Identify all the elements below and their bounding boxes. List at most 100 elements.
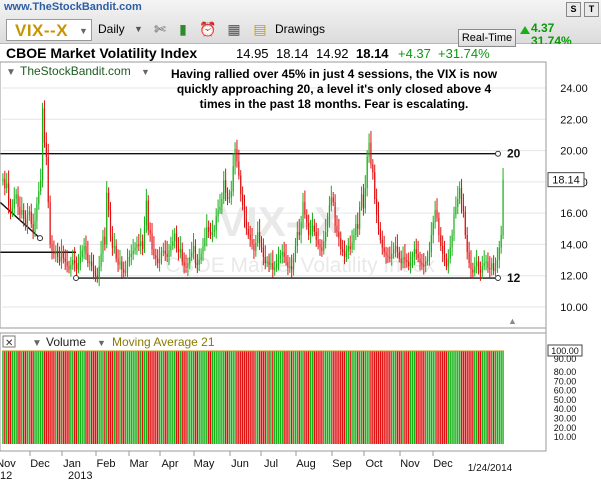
candle-body	[483, 263, 485, 267]
volume-bar	[419, 351, 421, 444]
candle-body	[130, 253, 132, 257]
volume-bar	[336, 351, 338, 444]
volume-bar	[264, 351, 266, 444]
scroll-arrow-icon[interactable]: ▲	[508, 316, 517, 326]
volume-bar	[224, 351, 227, 444]
volume-bar	[206, 351, 208, 444]
volume-bar	[389, 351, 391, 444]
volume-bar	[155, 351, 157, 444]
volume-bar	[183, 351, 185, 444]
volume-bar	[143, 351, 146, 444]
candle-body	[325, 231, 327, 242]
candle-body	[143, 225, 146, 250]
volume-bar	[26, 351, 29, 444]
volume-bar	[158, 351, 161, 444]
candle-body	[438, 217, 440, 236]
volume-bar	[379, 351, 382, 444]
volume-bar	[128, 351, 131, 444]
candle-body	[147, 200, 149, 231]
candle-body	[304, 202, 306, 215]
candle-body	[296, 231, 298, 246]
candle-body	[172, 241, 174, 246]
candle-body	[94, 271, 97, 276]
volume-bar	[474, 351, 476, 444]
volume-bar	[179, 351, 182, 444]
candle-body	[70, 264, 72, 270]
volume-bar	[468, 351, 470, 444]
candle-body	[400, 258, 402, 264]
month-tick-label: Dec	[433, 458, 453, 470]
volume-bar	[294, 351, 297, 444]
annotation-line: quickly approaching 20, a level it's onl…	[177, 82, 492, 96]
volume-bar	[364, 351, 366, 444]
candle-body	[6, 183, 8, 189]
candle-body	[353, 235, 355, 243]
volume-bar	[432, 351, 434, 444]
candle-body	[57, 250, 59, 257]
volume-dropdown-icon[interactable]: ▼	[97, 338, 106, 348]
volume-bar	[355, 351, 357, 444]
volume-bar	[500, 351, 502, 444]
candle-body	[459, 188, 461, 200]
candle-body	[175, 233, 178, 248]
volume-bar	[160, 351, 163, 444]
volume-bar	[460, 351, 463, 444]
candle-body	[470, 263, 472, 270]
candle-body	[326, 219, 329, 232]
candle-body	[41, 108, 44, 181]
candle-body	[191, 252, 193, 257]
candle-body	[340, 238, 342, 250]
volume-collapse-icon[interactable]: ▼	[32, 338, 42, 349]
panel-collapse-icon[interactable]: ▼	[6, 67, 16, 78]
candle-body	[30, 211, 32, 225]
volume-bar	[417, 351, 419, 444]
month-tick-label: Jan	[63, 458, 81, 470]
candle-body	[381, 239, 383, 248]
volume-bar	[23, 351, 25, 444]
candle-body	[345, 250, 348, 257]
candle-body	[230, 191, 232, 198]
volume-bar	[440, 351, 442, 444]
volume-bar	[119, 351, 121, 444]
volume-bar	[411, 351, 414, 444]
volume-bar	[215, 351, 217, 444]
volume-bar	[92, 351, 95, 444]
volume-bar	[485, 351, 487, 444]
volume-bar	[226, 351, 229, 444]
volume-bar	[366, 351, 368, 444]
candle-body	[274, 267, 276, 270]
candle-body	[117, 258, 119, 265]
volume-bar	[7, 351, 10, 444]
volume-bar	[196, 351, 199, 444]
candle-body	[430, 235, 432, 253]
price-tick-label: 22.00	[560, 114, 588, 126]
volume-bar	[489, 351, 491, 444]
volume-bar	[85, 351, 87, 444]
candle-body	[392, 249, 395, 254]
volume-bar	[177, 351, 180, 444]
candle-body	[489, 267, 491, 270]
candle-body	[347, 245, 349, 251]
candle-body	[494, 267, 497, 272]
candle-body	[26, 214, 29, 226]
candle-body	[19, 206, 21, 215]
volume-bar	[377, 351, 380, 444]
volume-bar	[464, 351, 467, 444]
volume-bar	[272, 351, 274, 444]
volume-bar	[445, 351, 448, 444]
volume-bar	[257, 351, 259, 444]
source-dropdown-icon[interactable]: ▼	[141, 67, 150, 77]
volume-bar	[458, 351, 461, 444]
candle-body	[466, 235, 468, 253]
volume-bar	[70, 351, 72, 444]
candle-body	[43, 108, 46, 143]
volume-bar	[438, 351, 440, 444]
volume-bar	[413, 351, 416, 444]
candle-body	[447, 258, 449, 267]
candle-body	[208, 227, 210, 232]
candle-body	[460, 188, 463, 206]
candle-body	[319, 244, 321, 248]
volume-bar	[45, 351, 48, 444]
volume-bar	[479, 351, 482, 444]
candle-body	[106, 192, 108, 245]
